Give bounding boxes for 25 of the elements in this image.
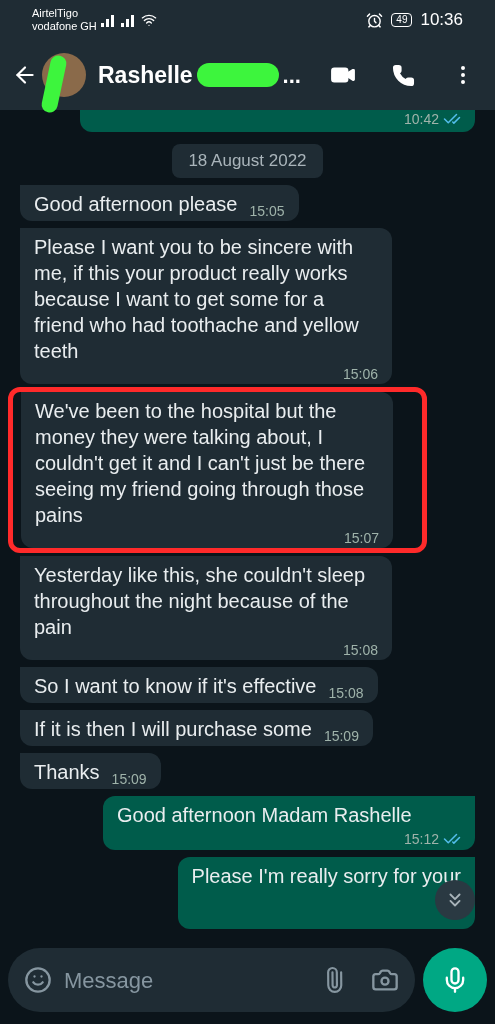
message-time: 15:08 (342, 641, 378, 658)
message-time: 15:09 (323, 727, 359, 744)
contact-name[interactable]: Rashelle (98, 57, 193, 93)
name-ellipsis: ... (282, 61, 301, 90)
message-time: 15:12 (403, 830, 439, 847)
message-text: If it is then I will purchase some (34, 716, 312, 742)
message-text: So I want to know if it's effective (34, 673, 317, 699)
carrier-name: AirtelTigo (32, 7, 80, 20)
message-time: 15:06 (342, 365, 378, 382)
clock-time: 10:36 (420, 9, 463, 32)
message-text: Good afternoon Madam Rashelle (117, 802, 412, 828)
message-text: Yesterday like this, she couldn't sleep throughout the night because of the pain (34, 562, 367, 640)
message-time: 15:08 (328, 684, 364, 701)
message-field[interactable]: Message (8, 948, 415, 1012)
message-text: We've been to the hospital but the money they were talking about, I couldn't get it and I can't just be there seeing my friend going through those pains (35, 398, 367, 528)
message-time: 10:42 (403, 112, 439, 126)
message-time: 15:05 (249, 202, 285, 219)
battery-level: 49 (391, 13, 413, 27)
carrier-name: vodafone GH (32, 20, 97, 33)
date-chip: 18 August 2022 (172, 144, 323, 178)
message-text: Thanks (34, 759, 100, 785)
message-time: 15:09 (111, 770, 147, 787)
message-text: Please I want you to be sincere with me, if this your product really works because I want to get some for a friend who had toothache and yellow teeth (34, 234, 360, 364)
message-text: Good afternoon please (34, 191, 238, 217)
message-time: 15:07 (343, 529, 379, 546)
